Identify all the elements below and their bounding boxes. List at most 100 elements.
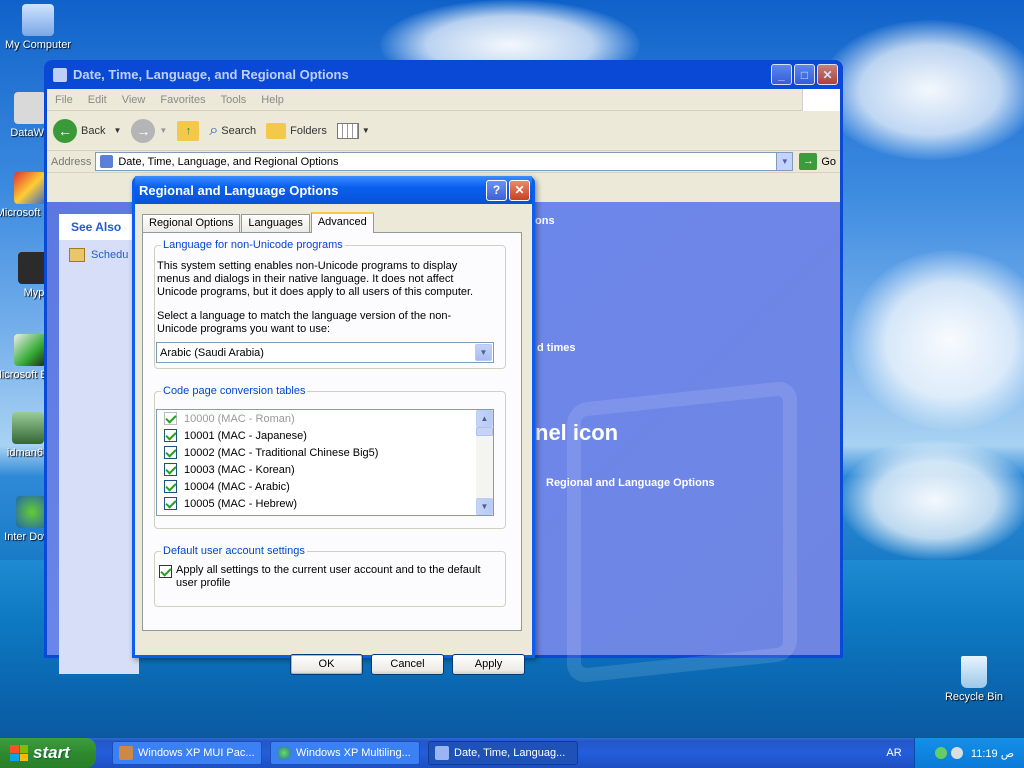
taskbar-item[interactable]: Windows XP Multiling...: [270, 741, 420, 765]
menu-file[interactable]: File: [55, 94, 73, 106]
non-unicode-prompt: Select a language to match the language …: [157, 310, 452, 335]
list-item[interactable]: 10005 (MAC - Hebrew): [157, 495, 493, 512]
tray-icon[interactable]: [934, 747, 947, 759]
visual-basic-icon: [14, 334, 46, 366]
checkbox[interactable]: [164, 412, 177, 425]
ok-button[interactable]: OK: [290, 654, 363, 675]
see-also-header[interactable]: See Also: [59, 214, 139, 240]
taskbar-item[interactable]: Windows XP MUI Pac...: [112, 741, 262, 765]
group-title: Code page conversion tables: [161, 385, 308, 397]
scroll-down-button[interactable]: ▼: [476, 498, 493, 515]
selected-language: Arabic (Saudi Arabia): [160, 346, 264, 359]
cancel-button[interactable]: Cancel: [371, 654, 444, 675]
desktop-icon-label: My Computer: [4, 39, 72, 51]
back-label: Back: [81, 124, 106, 137]
desktop-icon-label: Recycle Bin: [944, 691, 1004, 703]
recycle-bin-icon: [961, 656, 987, 688]
forward-button[interactable]: → ▼: [131, 118, 167, 143]
code-page-list[interactable]: 10000 (MAC - Roman) 10001 (MAC - Japanes…: [156, 409, 494, 516]
back-button[interactable]: ← Back ▼: [53, 118, 121, 143]
close-icon: ✕: [822, 67, 833, 82]
checkbox[interactable]: [164, 446, 177, 459]
scroll-thumb[interactable]: [476, 427, 493, 436]
chevron-down-icon[interactable]: ▼: [475, 344, 492, 361]
scroll-up-button[interactable]: ▲: [476, 410, 493, 427]
tray-icon[interactable]: [950, 747, 963, 759]
menu-bar: File Edit View Favorites Tools Help: [47, 89, 840, 111]
bg-task-fragment[interactable]: d times: [537, 342, 576, 354]
non-unicode-language-select[interactable]: Arabic (Saudi Arabia) ▼: [156, 342, 494, 363]
download-manager-icon: [12, 412, 44, 444]
list-item-label: 10003 (MAC - Korean): [184, 463, 295, 476]
views-button[interactable]: ▼: [336, 122, 370, 139]
explorer-title-bar[interactable]: Date, Time, Language, and Regional Optio…: [47, 60, 840, 89]
apply-all-checkbox-row[interactable]: Apply all settings to the current user a…: [159, 564, 486, 590]
see-also-link-scheduled[interactable]: Schedu: [69, 248, 139, 262]
system-tray: 11:19 ص: [914, 738, 1024, 768]
address-dropdown-button[interactable]: ▼: [776, 153, 793, 170]
taskbar-item-label: Windows XP MUI Pac...: [138, 747, 255, 759]
up-button[interactable]: ↑: [177, 120, 200, 141]
checkbox[interactable]: [164, 480, 177, 493]
see-also-link-label: Schedu: [91, 249, 129, 261]
language-indicator[interactable]: AR: [874, 747, 914, 759]
code-page-group: Code page conversion tables 10000 (MAC -…: [154, 385, 506, 529]
menu-view[interactable]: View: [122, 94, 146, 106]
views-icon: [336, 122, 359, 139]
list-item-label: 10002 (MAC - Traditional Chinese Big5): [184, 446, 379, 459]
cloud: [850, 250, 1024, 430]
list-item[interactable]: 10000 (MAC - Roman): [157, 410, 493, 427]
close-button[interactable]: ✕: [817, 64, 838, 85]
dialog-close-button[interactable]: ✕: [509, 179, 530, 201]
apply-all-label: Apply all settings to the current user a…: [176, 564, 481, 589]
control-panel-icon: [100, 155, 114, 168]
list-item[interactable]: 10004 (MAC - Arabic): [157, 478, 493, 495]
address-bar: Address Date, Time, Language, and Region…: [47, 151, 840, 173]
start-button[interactable]: start: [0, 738, 96, 768]
minimize-button[interactable]: _: [771, 64, 792, 85]
taskbar: start Windows XP MUI Pac... Windows XP M…: [0, 738, 1024, 768]
dialog-title-bar[interactable]: Regional and Language Options ? ✕: [135, 176, 532, 204]
group-title: Language for non-Unicode programs: [161, 239, 345, 251]
apply-all-checkbox[interactable]: [159, 565, 172, 578]
address-input[interactable]: Date, Time, Language, and Regional Optio…: [95, 152, 794, 171]
back-arrow-icon: ←: [53, 118, 77, 143]
help-icon: ?: [492, 183, 501, 197]
non-unicode-description: This system setting enables non-Unicode …: [157, 260, 474, 298]
regional-options-dialog[interactable]: Regional and Language Options ? ✕ Region…: [132, 176, 535, 675]
menu-tools[interactable]: Tools: [221, 94, 247, 106]
tab-regional-options[interactable]: Regional Options: [142, 214, 241, 232]
menu-help[interactable]: Help: [261, 94, 284, 106]
list-scrollbar[interactable]: ▲ ▼: [476, 410, 493, 515]
desktop-icon-recycle-bin[interactable]: Recycle Bin: [936, 656, 1012, 703]
tab-languages[interactable]: Languages: [241, 214, 310, 232]
list-item[interactable]: 10002 (MAC - Traditional Chinese Big5): [157, 444, 493, 461]
regional-options-link[interactable]: Regional and Language Options: [546, 477, 715, 489]
help-button[interactable]: ?: [486, 179, 507, 201]
scheduled-tasks-icon: [69, 248, 85, 262]
list-item[interactable]: 10001 (MAC - Japanese): [157, 427, 493, 444]
list-item-label: 10000 (MAC - Roman): [184, 412, 295, 425]
checkbox[interactable]: [164, 429, 177, 442]
group-title: Default user account settings: [161, 545, 307, 557]
tab-advanced[interactable]: Advanced: [310, 212, 374, 233]
apply-button[interactable]: Apply: [452, 654, 525, 675]
desktop-icon-my-computer[interactable]: My Computer: [0, 4, 76, 51]
checkbox[interactable]: [164, 463, 177, 476]
search-label: Search: [221, 124, 257, 137]
go-button[interactable]: → Go: [799, 153, 836, 170]
dialog-body: Regional Options Languages Advanced Lang…: [135, 204, 532, 675]
checkbox[interactable]: [164, 497, 177, 510]
maximize-button[interactable]: □: [794, 64, 815, 85]
folders-button[interactable]: Folders: [266, 122, 327, 139]
list-item[interactable]: 10003 (MAC - Korean): [157, 461, 493, 478]
search-button[interactable]: ⌕ Search: [209, 122, 256, 140]
menu-favorites[interactable]: Favorites: [160, 94, 205, 106]
desktop-icon-label: Myp: [23, 287, 45, 299]
menu-edit[interactable]: Edit: [88, 94, 107, 106]
taskbar-item-active[interactable]: Date, Time, Languag...: [428, 741, 578, 765]
search-icon: ⌕: [209, 121, 219, 139]
see-also-panel: See Also Schedu: [59, 214, 139, 674]
clock[interactable]: 11:19 ص: [971, 747, 1014, 760]
non-unicode-group: Language for non-Unicode programs This s…: [154, 239, 506, 369]
